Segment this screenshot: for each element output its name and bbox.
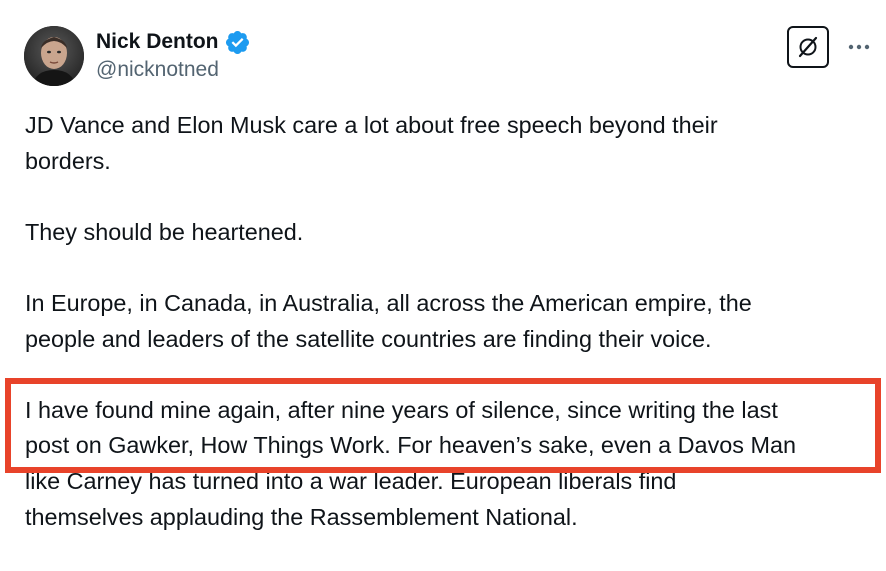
more-options-button[interactable] <box>844 30 874 64</box>
author-name-row: Nick Denton <box>96 28 251 56</box>
text-line: post on Gawker, How Things Work. For hea… <box>25 432 796 459</box>
text-line: They should be heartened. <box>25 218 304 245</box>
text-line: I have found mine again, after nine year… <box>25 396 778 423</box>
text-line: borders. <box>25 147 111 174</box>
text-line: people and leaders of the satellite coun… <box>25 325 712 352</box>
tweet-text: JD Vance and Elon Musk care a lot about … <box>25 108 875 571</box>
more-horizontal-icon <box>848 44 870 50</box>
tweet-paragraph: I have found mine again, after nine year… <box>25 393 875 535</box>
verified-badge-icon[interactable] <box>224 29 251 56</box>
tweet-paragraph: JD Vance and Elon Musk care a lot about … <box>25 108 875 179</box>
text-line: themselves applauding the Rassemblement … <box>25 503 578 530</box>
tweet-paragraph: They should be heartened. <box>25 215 875 251</box>
text-line: In Europe, in Canada, in Australia, all … <box>25 289 752 316</box>
avatar[interactable] <box>24 26 84 86</box>
grok-button[interactable] <box>787 26 829 68</box>
avatar-photo <box>24 26 84 86</box>
tweet-paragraph: In Europe, in Canada, in Australia, all … <box>25 286 875 357</box>
text-line: JD Vance and Elon Musk care a lot about … <box>25 112 718 138</box>
grok-icon <box>798 36 818 58</box>
text-line: like Carney has turned into a war leader… <box>25 467 677 494</box>
author-display-name[interactable]: Nick Denton <box>96 30 219 54</box>
author-handle[interactable]: @nicknotned <box>96 58 219 82</box>
